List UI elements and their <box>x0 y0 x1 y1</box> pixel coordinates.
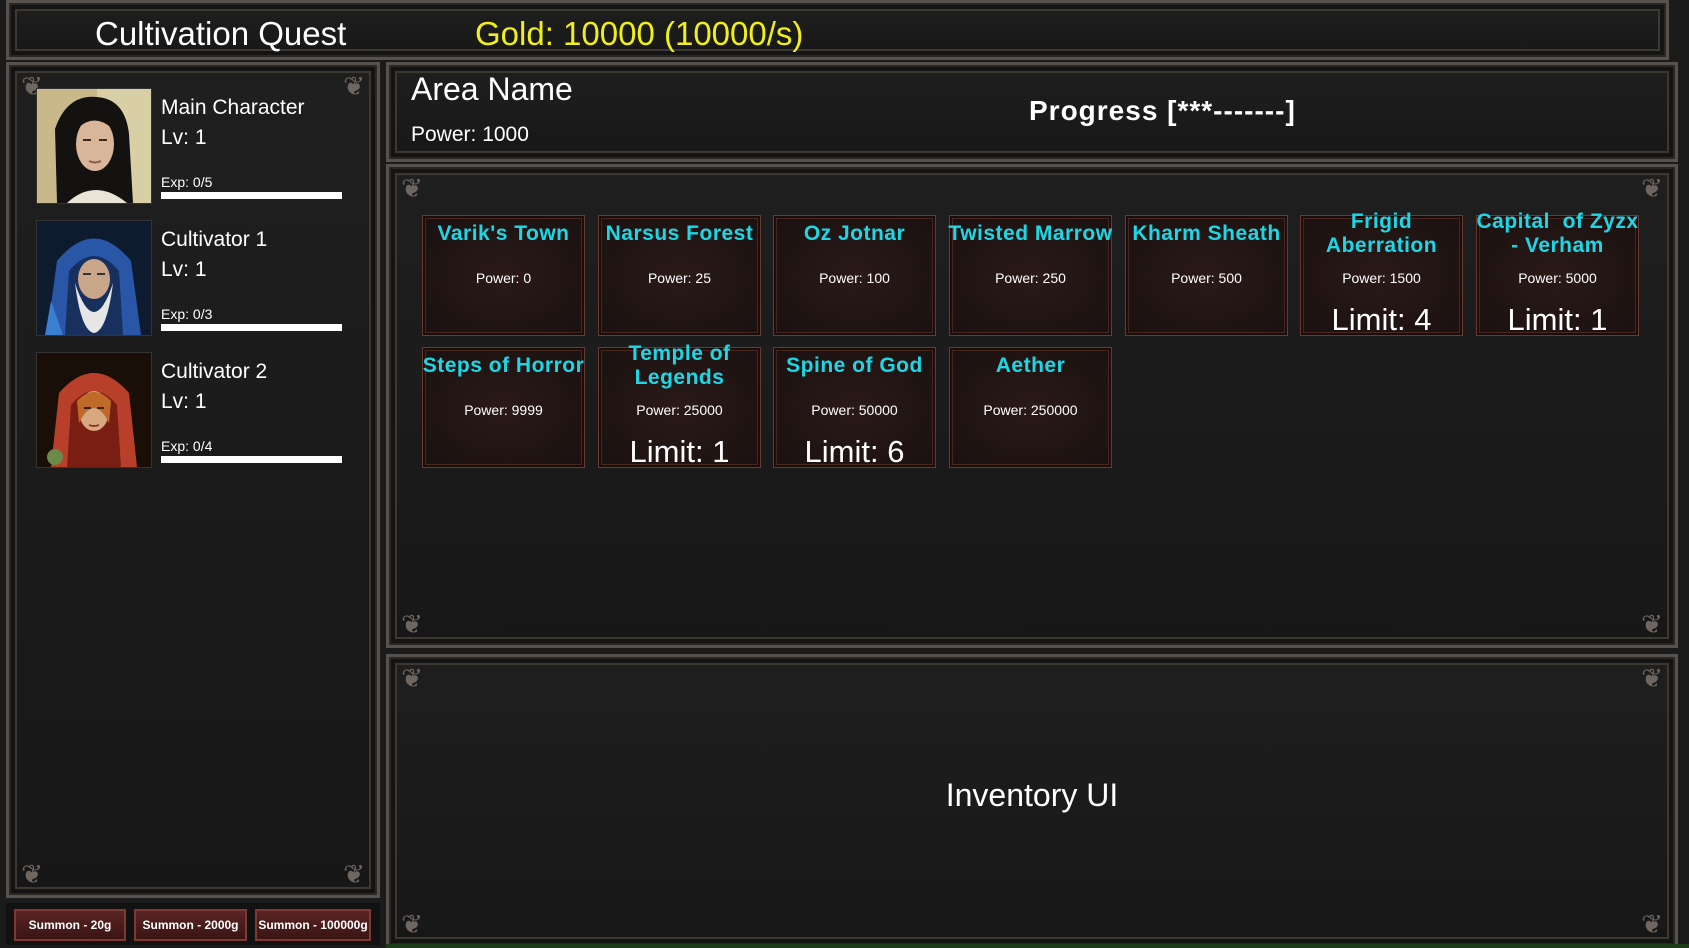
exp-bar-fill <box>161 192 342 199</box>
area-tile-name: Aether <box>995 354 1066 377</box>
area-tile-name: Steps of Horror <box>422 354 585 377</box>
character-level: Lv: 1 <box>161 126 207 149</box>
area-tile-narsus-forest[interactable]: Narsus Forest Power: 25 <box>598 215 761 336</box>
area-tile-name: Frigid Aberration <box>1325 210 1438 257</box>
area-tile-limit: Limit: 1 <box>1507 302 1608 337</box>
ornament-icon: ❦ <box>1641 609 1663 639</box>
exp-bar <box>161 324 342 331</box>
character-level: Lv: 1 <box>161 390 207 413</box>
area-tile-power: Power: 500 <box>1171 270 1242 286</box>
area-power: Power: 1000 <box>411 123 529 146</box>
area-tile-power: Power: 1500 <box>1342 270 1421 286</box>
character-level: Lv: 1 <box>161 258 207 281</box>
area-name: Area Name <box>411 71 573 107</box>
area-tile-variks-town[interactable]: Varik's Town Power: 0 <box>422 215 585 336</box>
exp-bar <box>161 192 342 199</box>
area-tile-name: Varik's Town <box>437 222 570 245</box>
area-tile-name: Twisted Marrow <box>948 222 1113 245</box>
area-tile-power: Power: 25 <box>647 270 712 286</box>
area-tile-oz-jotnar[interactable]: Oz Jotnar Power: 100 <box>773 215 936 336</box>
gold-counter: Gold: 10000 (10000/s) <box>475 15 804 52</box>
area-progress: Progress [***-------] <box>1029 95 1296 126</box>
area-tile-steps-of-horror[interactable]: Steps of Horror Power: 9999 <box>422 347 585 468</box>
area-tile-twisted-marrow[interactable]: Twisted Marrow Power: 250 <box>948 215 1112 336</box>
area-tile-name: Spine of God <box>786 354 923 377</box>
area-tile-limit: Limit: 1 <box>629 434 730 469</box>
ornament-icon: ❦ <box>1641 173 1663 203</box>
area-tile-name: Narsus Forest <box>605 222 754 245</box>
ornament-icon: ❦ <box>21 859 43 889</box>
area-tile-power: Power: 0 <box>475 270 532 286</box>
exp-bar-fill <box>161 456 342 463</box>
game-title: Cultivation Quest <box>95 15 347 52</box>
area-header-panel: Area Name Power: 1000 Progress [***-----… <box>386 62 1678 162</box>
summon-20g-button[interactable]: Summon - 20g <box>14 909 126 941</box>
bottom-strip <box>386 944 1689 948</box>
top-bar: Cultivation Quest Gold: 10000 (10000/s) <box>6 0 1669 60</box>
summon-100000g-button[interactable]: Summon - 100000g <box>255 909 371 941</box>
area-tile-power: Power: 25000 <box>636 402 723 418</box>
ornament-icon: ❦ <box>1641 909 1663 939</box>
character-name: Main Character <box>161 96 305 119</box>
area-tile-frigid-aberration[interactable]: Frigid Aberration Power: 1500 Limit: 4 <box>1300 210 1463 337</box>
character-name: Cultivator 1 <box>161 228 268 251</box>
ornament-icon: ❦ <box>401 909 423 939</box>
area-tile-power: Power: 100 <box>819 270 890 286</box>
ornament-icon: ❦ <box>401 609 423 639</box>
character-exp: Exp: 0/4 <box>161 438 213 454</box>
character-exp: Exp: 0/5 <box>161 174 213 190</box>
area-tile-aether[interactable]: Aether Power: 250000 <box>949 347 1112 468</box>
area-tile-name: Oz Jotnar <box>803 222 906 245</box>
character-card-main[interactable]: Main Character Lv: 1 Exp: 0/5 <box>36 88 356 206</box>
hooded-old-sage-portrait <box>36 220 152 336</box>
ornament-icon: ❦ <box>343 859 365 889</box>
area-tile-name: Kharm Sheath <box>1132 222 1281 245</box>
exp-bar-fill <box>161 324 342 331</box>
character-card-cultivator-2[interactable]: Cultivator 2 Lv: 1 Exp: 0/4 <box>36 352 356 470</box>
areas-panel: ❦ ❦ ❦ ❦ Varik's Town Power: 0 Narsus For… <box>386 164 1678 648</box>
exp-bar <box>161 456 342 463</box>
area-tile-power: Power: 250000 <box>983 402 1078 418</box>
area-tile-limit: Limit: 6 <box>804 434 905 469</box>
character-panel: ❦ ❦ ❦ ❦ Main Character Lv: 1 Exp: 0/5 Cu… <box>6 62 380 898</box>
summon-bar: Summon - 20g Summon - 2000g Summon - 100… <box>6 903 380 945</box>
ornament-icon: ❦ <box>401 173 423 203</box>
area-tile-limit: Limit: 4 <box>1331 302 1432 337</box>
area-tile-capital-of-zyzx-verham[interactable]: Capital of Zyzx - Verham Power: 5000 Lim… <box>1476 210 1639 337</box>
area-tile-power: Power: 250 <box>995 270 1066 286</box>
character-exp: Exp: 0/3 <box>161 306 213 322</box>
ornament-icon: ❦ <box>401 663 423 693</box>
area-tile-power: Power: 50000 <box>811 402 898 418</box>
dark-haired-warrior-portrait <box>36 88 152 204</box>
character-card-cultivator-1[interactable]: Cultivator 1 Lv: 1 Exp: 0/3 <box>36 220 356 338</box>
area-tile-power: Power: 5000 <box>1518 270 1597 286</box>
area-tile-spine-of-god[interactable]: Spine of God Power: 50000 Limit: 6 <box>773 347 936 469</box>
character-name: Cultivator 2 <box>161 360 268 383</box>
area-tile-kharm-sheath[interactable]: Kharm Sheath Power: 500 <box>1125 215 1288 336</box>
red-hooded-woman-portrait <box>36 352 152 468</box>
area-tile-name: Capital of Zyzx - Verham <box>1476 210 1645 257</box>
inventory-label: Inventory UI <box>945 777 1119 813</box>
ornament-icon: ❦ <box>1641 663 1663 693</box>
inventory-panel: ❦ ❦ ❦ ❦ Inventory UI <box>386 654 1678 948</box>
area-tile-temple-of-legends[interactable]: Temple of Legends Power: 25000 Limit: 1 <box>598 342 761 469</box>
area-tile-power: Power: 9999 <box>464 402 543 418</box>
area-tile-name: Temple of Legends <box>628 342 731 389</box>
summon-2000g-button[interactable]: Summon - 2000g <box>134 909 247 941</box>
